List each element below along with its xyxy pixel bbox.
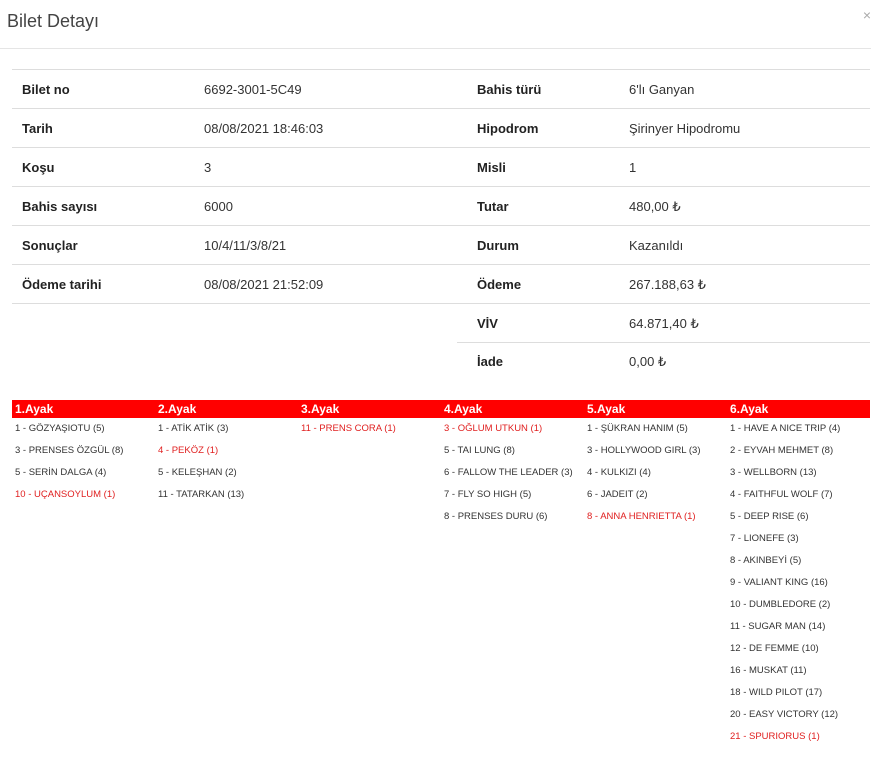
leg-item: 2 - EYVAH MEHMET (8) <box>730 445 834 456</box>
ticket-info-table: Bilet no 6692-3001-5C49 Bahis türü 6'lı Gan… <box>12 69 870 380</box>
leg-title: 4.Ayak <box>444 402 483 416</box>
info-row: Bilet no 6692-3001-5C49 Bahis türü 6'lı Gan… <box>12 70 870 109</box>
leg-item: 8 - PRENSES DURU (6) <box>444 511 548 522</box>
info-label: Durum <box>477 238 519 253</box>
leg-column: 3 - OĞLUM UTKUN (1) 5 - TAI LUNG (8) 6 - F… <box>441 418 584 748</box>
leg-item: 6 - FALLOW THE LEADER (3) <box>444 467 573 478</box>
leg-item: 1 - ATİK ATİK (3) <box>158 423 229 434</box>
leg-item: 1 - ŞÜKRAN HANIM (5) <box>587 423 688 434</box>
info-value: 6692-3001-5C49 <box>204 82 302 97</box>
info-row: Ödeme tarihi 08/08/2021 21:52:09 Ödeme 267.… <box>12 265 870 304</box>
leg-title: 2.Ayak <box>158 402 197 416</box>
info-row: Tarih 08/08/2021 18:46:03 Hipodrom Şirinyer… <box>12 109 870 148</box>
leg-item: 4 - KULKIZI (4) <box>587 467 651 478</box>
leg-item: 3 - HOLLYWOOD GIRL (3) <box>587 445 701 456</box>
legs-header: 1.Ayak 2.Ayak 3.Ayak 4.Ayak 5.Ayak 6.Ayak <box>12 400 870 418</box>
leg-item-winner: 4 - PEKÖZ (1) <box>158 445 219 456</box>
leg-title: 1.Ayak <box>15 402 54 416</box>
info-label: Bilet no <box>22 82 70 97</box>
legs-body: 1 - GÖZYAŞIOTU (5) 3 - PRENSES ÖZGÜL (8) 5… <box>12 418 870 748</box>
leg-item: 10 - DUMBLEDORE (2) <box>730 599 831 610</box>
info-label: VİV <box>477 316 498 331</box>
info-label: İade <box>477 354 504 369</box>
leg-column: 1 - ATİK ATİK (3) 4 - PEKÖZ (1) 5 - KELEŞH… <box>155 418 298 748</box>
leg-item: 12 - DE FEMME (10) <box>730 643 819 654</box>
info-label: Misli <box>477 160 506 175</box>
leg-column: 11 - PRENS CORA (1) <box>298 418 441 748</box>
info-value: 6'lı Ganyan <box>629 82 695 97</box>
info-value: 267.188,63 ₺ <box>629 277 706 292</box>
info-value: 08/08/2021 21:52:09 <box>204 277 324 292</box>
leg-item: 1 - HAVE A NICE TRIP (4) <box>730 423 841 434</box>
info-label: Ödeme tarihi <box>22 277 102 292</box>
leg-item: 1 - GÖZYAŞIOTU (5) <box>15 423 105 434</box>
leg-item: 11 - TATARKAN (13) <box>158 489 245 500</box>
leg-item: 11 - SUGAR MAN (14) <box>730 621 826 632</box>
leg-item: 4 - FAITHFUL WOLF (7) <box>730 489 833 500</box>
info-value: 480,00 ₺ <box>629 199 681 214</box>
leg-item: 3 - PRENSES ÖZGÜL (8) <box>15 445 124 456</box>
info-value: Kazanıldı <box>629 238 684 253</box>
leg-item: 20 - EASY VICTORY (12) <box>730 709 839 720</box>
info-label: Bahis türü <box>477 82 542 97</box>
info-value: 1 <box>629 160 637 175</box>
leg-item-winner: 10 - UÇANSOYLUM (1) <box>15 489 116 500</box>
info-label: Koşu <box>22 160 55 175</box>
leg-item-winner: 8 - ANNA HENRIETTA (1) <box>587 511 696 522</box>
leg-item-winner: 21 - SPURIORUS (1) <box>730 731 820 742</box>
leg-item: 8 - AKINBEYİ (5) <box>730 555 802 566</box>
info-value: 3 <box>204 160 212 175</box>
leg-title: 6.Ayak <box>730 402 769 416</box>
modal-header: Bilet Detayı × <box>0 0 871 49</box>
info-row: Bahis sayısı 6000 Tutar 480,00 ₺ <box>12 187 870 226</box>
info-label: Tarih <box>22 121 53 136</box>
legs-table: 1.Ayak 2.Ayak 3.Ayak 4.Ayak 5.Ayak 6.Ayak 1 -… <box>12 400 870 748</box>
leg-item: 5 - TAI LUNG (8) <box>444 445 515 456</box>
info-label: Ödeme <box>477 277 522 292</box>
info-row: Koşu 3 Misli 1 <box>12 148 870 187</box>
leg-title: 5.Ayak <box>587 402 626 416</box>
leg-item: 16 - MUSKAT (11) <box>730 665 807 676</box>
info-label: Hipodrom <box>477 121 539 136</box>
leg-item: 7 - LIONEFE (3) <box>730 533 799 544</box>
close-icon[interactable]: × <box>863 7 871 23</box>
leg-column: 1 - ŞÜKRAN HANIM (5) 3 - HOLLYWOOD GIRL (… <box>584 418 727 748</box>
info-label: Tutar <box>477 199 509 214</box>
info-value: 08/08/2021 18:46:03 <box>204 121 324 136</box>
leg-item: 9 - VALIANT KING (16) <box>730 577 828 588</box>
leg-title: 3.Ayak <box>301 402 340 416</box>
info-value: 10/4/11/3/8/21 <box>204 238 287 253</box>
leg-item-winner: 11 - PRENS CORA (1) <box>301 423 396 434</box>
leg-item-winner: 3 - OĞLUM UTKUN (1) <box>444 423 543 434</box>
leg-item: 3 - WELLBORN (13) <box>730 467 817 478</box>
info-value: 0,00 ₺ <box>629 354 667 369</box>
info-row: Sonuçlar 10/4/11/3/8/21 Durum Kazanıldı <box>12 226 870 265</box>
info-label: Sonuçlar <box>22 238 78 253</box>
leg-item: 18 - WILD PILOT (17) <box>730 687 823 698</box>
leg-item: 5 - DEEP RISE (6) <box>730 511 809 522</box>
leg-item: 7 - FLY SO HIGH (5) <box>444 489 532 500</box>
leg-item: 5 - SERİN DALGA (4) <box>15 467 107 478</box>
leg-item: 6 - JADEIT (2) <box>587 489 648 500</box>
modal-title: Bilet Detayı <box>7 11 100 31</box>
leg-item: 5 - KELEŞHAN (2) <box>158 467 237 478</box>
info-row: İade 0,00 ₺ <box>12 342 870 380</box>
info-label: Bahis sayısı <box>22 199 98 214</box>
info-value: 6000 <box>204 199 233 214</box>
info-row: VİV 64.871,40 ₺ <box>12 304 870 343</box>
leg-column: 1 - GÖZYAŞIOTU (5) 3 - PRENSES ÖZGÜL (8) 5… <box>12 418 155 748</box>
leg-column: 1 - HAVE A NICE TRIP (4) 2 - EYVAH MEHMET… <box>727 418 870 748</box>
info-value: Şirinyer Hipodromu <box>629 121 741 136</box>
info-value: 64.871,40 ₺ <box>629 316 699 331</box>
